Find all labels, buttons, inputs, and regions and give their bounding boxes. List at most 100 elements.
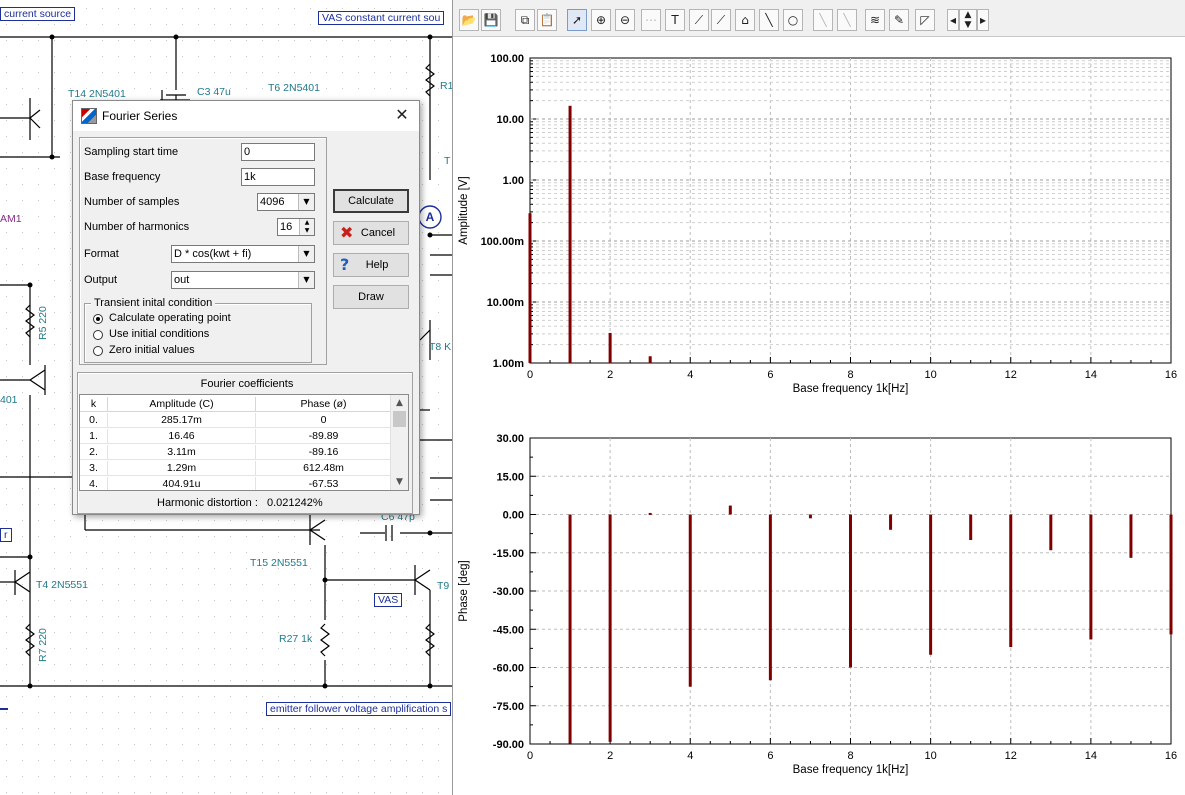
grid-dot [70,248,71,249]
paste-icon[interactable]: 📋 [537,9,557,31]
text-icon[interactable]: T [665,9,685,31]
scroll-up-icon[interactable]: ▲ [391,396,408,410]
table-row[interactable]: -89.16 [256,445,392,460]
table-row[interactable]: 16.46 [108,429,256,444]
grid-dot [294,72,295,73]
waveform-icon[interactable]: ≋ [865,9,885,31]
col-header-k[interactable]: k [80,397,108,412]
col-header-amplitude[interactable]: Amplitude (C) [108,397,256,412]
cursor-a-icon[interactable]: ⟋ [689,9,709,31]
curve-b-icon[interactable]: ╲ [837,9,857,31]
zoom-in-icon[interactable]: ⊕ [591,9,611,31]
grid-dot [54,552,55,553]
table-row[interactable]: 0 [256,413,392,428]
grid-dot [310,8,311,9]
stepper-arrows-icon[interactable]: ▲ ▼ [299,219,314,235]
grid-dot [166,632,167,633]
table-row[interactable]: -67.53 [256,477,392,490]
scroll-down-icon[interactable]: ▼ [391,475,408,489]
grid-dot [358,760,359,761]
amplitude-bar [648,356,652,363]
marker-icon[interactable]: ⌂ [735,9,755,31]
updown-icon[interactable]: ▲ ▼ [959,9,977,31]
grid-dot [118,696,119,697]
save-icon[interactable]: 💾 [481,9,501,31]
table-row[interactable]: 404.91u [108,477,256,490]
help-button[interactable]: ? Help [333,253,409,277]
radio-calculate-operating-point[interactable] [93,314,103,324]
cursor-b-icon[interactable]: ⟋ [711,9,731,31]
grid-dot [230,520,231,521]
fourier-plots[interactable]: 0 2 4 6 8 10 12 14 16 Base frequency 1k[Hz] Amplit… [453,36,1185,795]
grid-dot [230,40,231,41]
scroll-thumb[interactable] [393,411,406,427]
output-select[interactable]: out ▼ [171,271,315,289]
grid-dot [22,728,23,729]
table-row[interactable]: 3. [80,461,108,476]
col-header-phase[interactable]: Phase (ø) [256,397,392,412]
curve-a-icon[interactable]: ╲ [813,9,833,31]
grid-dot [246,760,247,761]
chevron-down-icon[interactable]: ▼ [298,272,314,288]
grid-dot [262,792,263,793]
calculate-button[interactable]: Calculate [333,189,409,213]
grid-dot [422,40,423,41]
coefficients-table[interactable]: k Amplitude (C) Phase (ø) 0. 285.17m 0 1… [79,394,409,491]
grid-dot [438,472,439,473]
circle-icon[interactable]: ○ [783,9,803,31]
prev-icon[interactable]: ◂ [947,9,959,31]
table-row[interactable]: 1. [80,429,108,444]
format-select[interactable]: D * cos(kwt + fi) ▼ [171,245,315,263]
grid-dot [198,776,199,777]
grid-dot [422,552,423,553]
table-row[interactable]: 1.29m [108,461,256,476]
line-icon[interactable]: ╲ [759,9,779,31]
base-frequency-input[interactable]: 1k [241,168,315,186]
radio-zero-initial-values[interactable] [93,346,103,356]
table-row[interactable]: 0. [80,413,108,428]
sampling-start-time-input[interactable]: 0 [241,143,315,161]
table-row[interactable]: 3.11m [108,445,256,460]
grid-dot [342,792,343,793]
cancel-button[interactable]: ✖ Cancel [333,221,409,245]
chevron-down-icon[interactable]: ▼ [298,246,314,262]
grid-dot [342,744,343,745]
grid-dot [22,648,23,649]
probe-icon[interactable]: ✎ [889,9,909,31]
table-row[interactable]: 285.17m [108,413,256,428]
number-of-harmonics-stepper[interactable]: 16 ▲ ▼ [277,218,315,236]
chevron-down-icon[interactable]: ▼ [298,194,314,210]
dialog-titlebar[interactable]: Fourier Series ✕ [73,101,419,131]
table-row[interactable]: 2. [80,445,108,460]
grid-dot [22,72,23,73]
amplitude-bar [608,332,612,363]
next-icon[interactable]: ▸ [977,9,989,31]
grid-dot [182,792,183,793]
grid-dot [38,56,39,57]
copy-icon[interactable]: ⧉ [515,9,535,31]
grid-dot [86,536,87,537]
radio-use-initial-conditions[interactable] [93,330,103,340]
grid-dot [166,744,167,745]
table-row[interactable]: 4. [80,477,108,490]
grid-dot [310,696,311,697]
grid-dot [22,584,23,585]
pointer-icon[interactable]: ➚ [567,9,587,31]
number-of-samples-select[interactable]: 4096 ▼ [257,193,315,211]
table-row[interactable]: -89.89 [256,429,392,444]
draw-button[interactable]: Draw [333,285,409,309]
grid-dot [422,760,423,761]
grid-dot [278,728,279,729]
open-icon[interactable]: 📂 [459,9,479,31]
grid-dot [422,72,423,73]
table-scrollbar[interactable]: ▲ ▼ [390,395,408,490]
grid-dot [38,360,39,361]
grid-dot [70,520,71,521]
grid-dot [102,760,103,761]
grid-icon[interactable]: ⋯ [641,9,661,31]
grid-dot [22,568,23,569]
table-row[interactable]: 612.48m [256,461,392,476]
close-icon[interactable]: ✕ [391,104,413,126]
zoom-out-icon[interactable]: ⊖ [615,9,635,31]
ramp-icon[interactable]: ◸ [915,9,935,31]
